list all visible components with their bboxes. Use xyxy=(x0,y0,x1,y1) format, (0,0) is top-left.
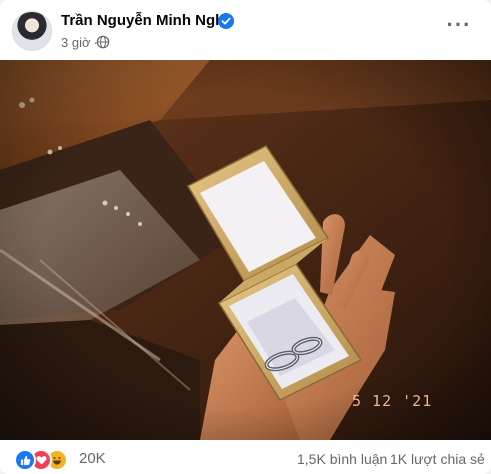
post-meta: 3 giờ · xyxy=(61,35,101,50)
like-icon xyxy=(14,449,36,471)
photo-scene xyxy=(0,60,491,440)
shares-count-link[interactable]: 1K lượt chia sẻ xyxy=(390,451,485,467)
post-timestamp[interactable]: 3 giờ xyxy=(61,35,91,50)
more-options-icon[interactable]: ··· xyxy=(445,14,473,42)
globe-icon[interactable] xyxy=(96,35,110,49)
post-header: Trần Nguyễn Minh Nghi 3 giờ · ··· xyxy=(0,0,491,60)
photo-date-stamp: 5 12 '21 xyxy=(352,392,433,410)
reaction-count[interactable]: 20K xyxy=(79,450,106,467)
author-name[interactable]: Trần Nguyễn Minh Nghi xyxy=(61,12,229,29)
post-photo[interactable]: 5 12 '21 xyxy=(0,60,491,440)
reaction-icons[interactable] xyxy=(14,449,74,471)
author-avatar[interactable] xyxy=(12,11,52,51)
comments-count-link[interactable]: 1,5K bình luận xyxy=(297,451,387,467)
post-card: Trần Nguyễn Minh Nghi 3 giờ · ··· 5 12 '… xyxy=(0,0,491,474)
engagement-bar: 20K 1,5K bình luận 1K lượt chia sẻ xyxy=(0,440,491,474)
verified-badge-icon xyxy=(218,13,234,29)
